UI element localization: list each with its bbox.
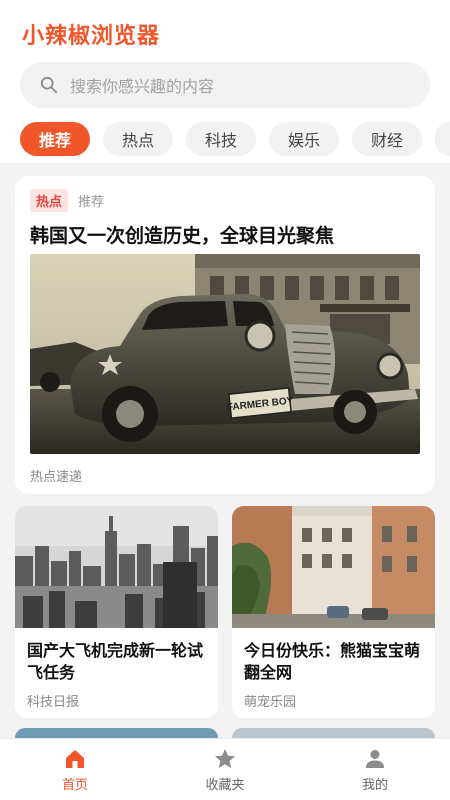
tab-more[interactable] [435,122,450,156]
bottom-navigation: 首页 收藏夹 我的 [0,738,450,800]
article-card-airplane[interactable]: 国产大飞机完成新一轮试飞任务 科技日报 [15,506,218,718]
star-icon [215,748,235,768]
recommend-tag: 推荐 [78,195,105,210]
home-icon [66,749,84,768]
article-source: 萌宠乐园 [244,695,297,710]
nav-favorites[interactable]: 收藏夹 [150,739,300,800]
italian-street-image[interactable] [232,506,435,628]
tab-tech[interactable]: 科技 [186,122,256,156]
category-tabs: 推荐 热点 科技 娱乐 财经 [20,122,450,156]
nav-label: 收藏夹 [205,777,245,793]
app-title: 小辣椒浏览器 [22,24,161,49]
article-title[interactable]: 今日份快乐：熊猫宝宝萌翻全网 [244,640,424,684]
article-title[interactable]: 国产大飞机完成新一轮试飞任务 [27,640,207,684]
featured-article-card[interactable]: 热点 推荐 韩国又一次创造历史，全球目光聚焦 FARMER BOY 热点速递 [15,176,435,494]
tab-entertainment[interactable]: 娱乐 [269,122,339,156]
vintage-car-image[interactable]: FARMER BOY [30,254,420,454]
article-tags: 热点 推荐 [30,189,104,212]
nav-label: 我的 [361,777,388,793]
city-skyline-image[interactable] [15,506,218,628]
featured-article-title[interactable]: 韩国又一次创造历史，全球目光聚焦 [30,221,334,248]
search-input[interactable]: 搜索你感兴趣的内容 [70,73,214,97]
nav-home[interactable]: 首页 [0,739,150,800]
hot-badge: 热点 [30,189,69,212]
nav-profile[interactable]: 我的 [300,739,450,800]
article-source: 热点速递 [30,470,83,485]
tab-hot[interactable]: 热点 [103,122,173,156]
profile-icon [366,749,384,768]
article-source: 科技日报 [27,695,80,710]
article-card-panda[interactable]: 今日份快乐：熊猫宝宝萌翻全网 萌宠乐园 [232,506,435,718]
app-header: 小辣椒浏览器 搜索你感兴趣的内容 推荐 热点 科技 娱乐 财经 [0,0,450,163]
tab-recommend[interactable]: 推荐 [20,122,90,156]
search-icon [40,76,58,94]
nav-label: 首页 [61,777,88,793]
search-bar[interactable]: 搜索你感兴趣的内容 [20,62,430,108]
tab-finance[interactable]: 财经 [352,122,422,156]
